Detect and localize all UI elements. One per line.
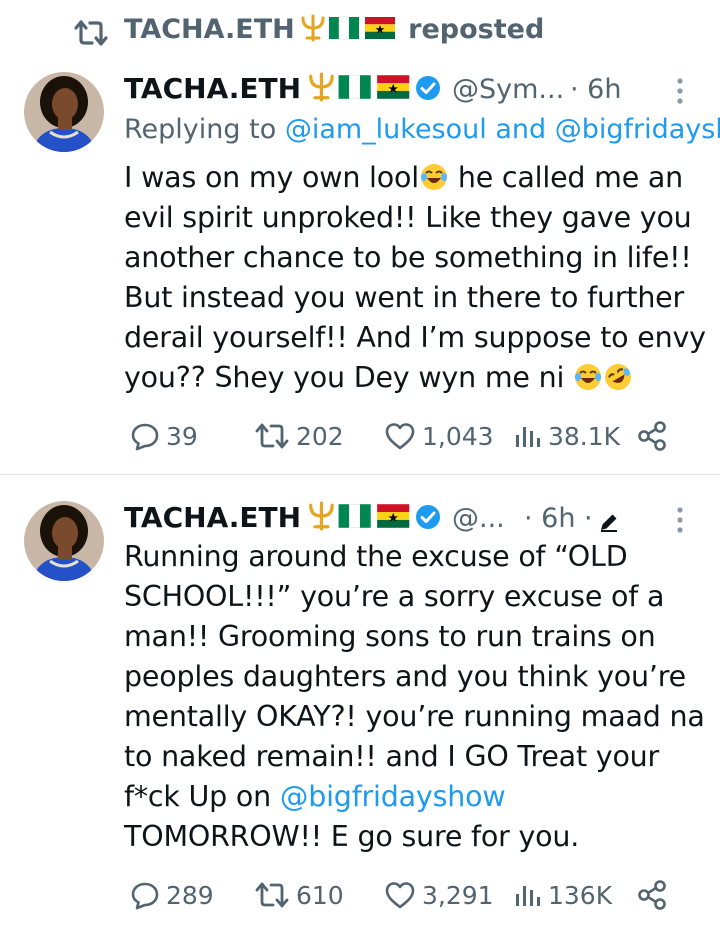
views-button[interactable]: 136K: [514, 875, 612, 915]
tweet-2[interactable]: TACHA.ETH @... · 6h · Running around the…: [0, 475, 720, 934]
rofl-emoji-icon: [605, 364, 632, 390]
replying-to: Replying to @iam_lukesoul and @bigfriday…: [124, 114, 720, 145]
text-line: But instead you went in there to further: [124, 281, 685, 314]
share-icon: [638, 880, 666, 910]
text-line: another chance to be something in life!!: [124, 241, 692, 274]
retweet-icon: [255, 423, 289, 449]
reply-button[interactable]: 39: [130, 416, 198, 456]
avatar-image: [24, 72, 104, 152]
avatar[interactable]: [24, 501, 104, 581]
text-line: you?? Shey you Dey wyn me ni: [124, 358, 714, 398]
reply-icon: [131, 423, 159, 451]
reply-icon: [131, 882, 159, 910]
laughing-emoji-icon: [420, 164, 447, 190]
timestamp[interactable]: · 6h: [570, 74, 621, 105]
tweet-text: I was on my own lool he called me an evi…: [124, 158, 714, 398]
reply-mentions[interactable]: @iam_lukesoul and @bigfridaysh: [285, 114, 720, 145]
text-line: man!! Grooming sons to run trains on: [124, 620, 656, 653]
views-icon: [516, 886, 540, 906]
handle[interactable]: @Sym...: [452, 74, 564, 105]
display-name[interactable]: TACHA.ETH: [124, 501, 415, 534]
timestamp[interactable]: · 6h ·: [524, 503, 593, 534]
text-line: TOMORROW!! E go sure for you.: [124, 820, 580, 853]
like-icon: [385, 423, 415, 450]
retweet-icon: [255, 882, 289, 908]
trident-flags-icon: [309, 72, 410, 102]
share-button[interactable]: [636, 416, 668, 456]
avatar[interactable]: [24, 72, 104, 152]
text-line: f*ck Up on @bigfridayshow: [124, 780, 506, 813]
text-line: I was on my own lool he called me an: [124, 161, 684, 194]
mention-link[interactable]: @bigfridayshow: [280, 780, 506, 813]
tweet-header: TACHA.ETH @... · 6h ·: [124, 501, 720, 541]
text-line: peoples daughters and you think you’re: [124, 660, 686, 693]
display-name[interactable]: TACHA.ETH: [124, 72, 415, 105]
reply-button[interactable]: 289: [130, 875, 214, 915]
like-button[interactable]: 3,291: [384, 875, 494, 915]
verified-badge-icon: [416, 505, 440, 529]
like-icon: [385, 882, 415, 909]
share-button[interactable]: [636, 875, 668, 915]
tweet-text: Running around the excuse of “OLD SCHOOL…: [124, 537, 714, 857]
more-icon[interactable]: [672, 505, 688, 535]
share-icon: [638, 421, 666, 451]
avatar-image: [24, 501, 104, 581]
text-line: mentally OKAY?! you’re running maad na: [124, 700, 705, 733]
text-line: SCHOOL!!!” you’re a sorry excuse of a: [124, 580, 665, 613]
repost-button[interactable]: 610: [254, 875, 344, 915]
verified-badge-icon: [416, 76, 440, 100]
handle[interactable]: @...: [452, 503, 505, 534]
text-line: derail yourself!! And I’m suppose to env…: [124, 321, 706, 354]
like-button[interactable]: 1,043: [384, 416, 494, 456]
laughing-emoji-icon: [575, 364, 602, 390]
views-button[interactable]: 38.1K: [514, 416, 620, 456]
trident-flags-icon: [309, 501, 410, 531]
text-line: Running around the excuse of “OLD: [124, 540, 628, 573]
repost-button[interactable]: 202: [254, 416, 344, 456]
tweet-header: TACHA.ETH @Sym... · 6h: [124, 72, 720, 112]
text-line: to naked remain!! and I GO Treat your: [124, 740, 660, 773]
views-icon: [516, 427, 540, 447]
tweet-1[interactable]: TACHA.ETH @Sym... · 6h Replying to @iam_…: [0, 0, 720, 474]
edit-icon: [601, 514, 617, 532]
more-icon[interactable]: [672, 76, 688, 106]
tweet-actions: 39 202 1,043 38.1K: [124, 416, 684, 456]
tweet-actions: 289 610 3,291 136K: [124, 875, 684, 915]
text-line: evil spirit unproked!! Like they gave yo…: [124, 201, 692, 234]
